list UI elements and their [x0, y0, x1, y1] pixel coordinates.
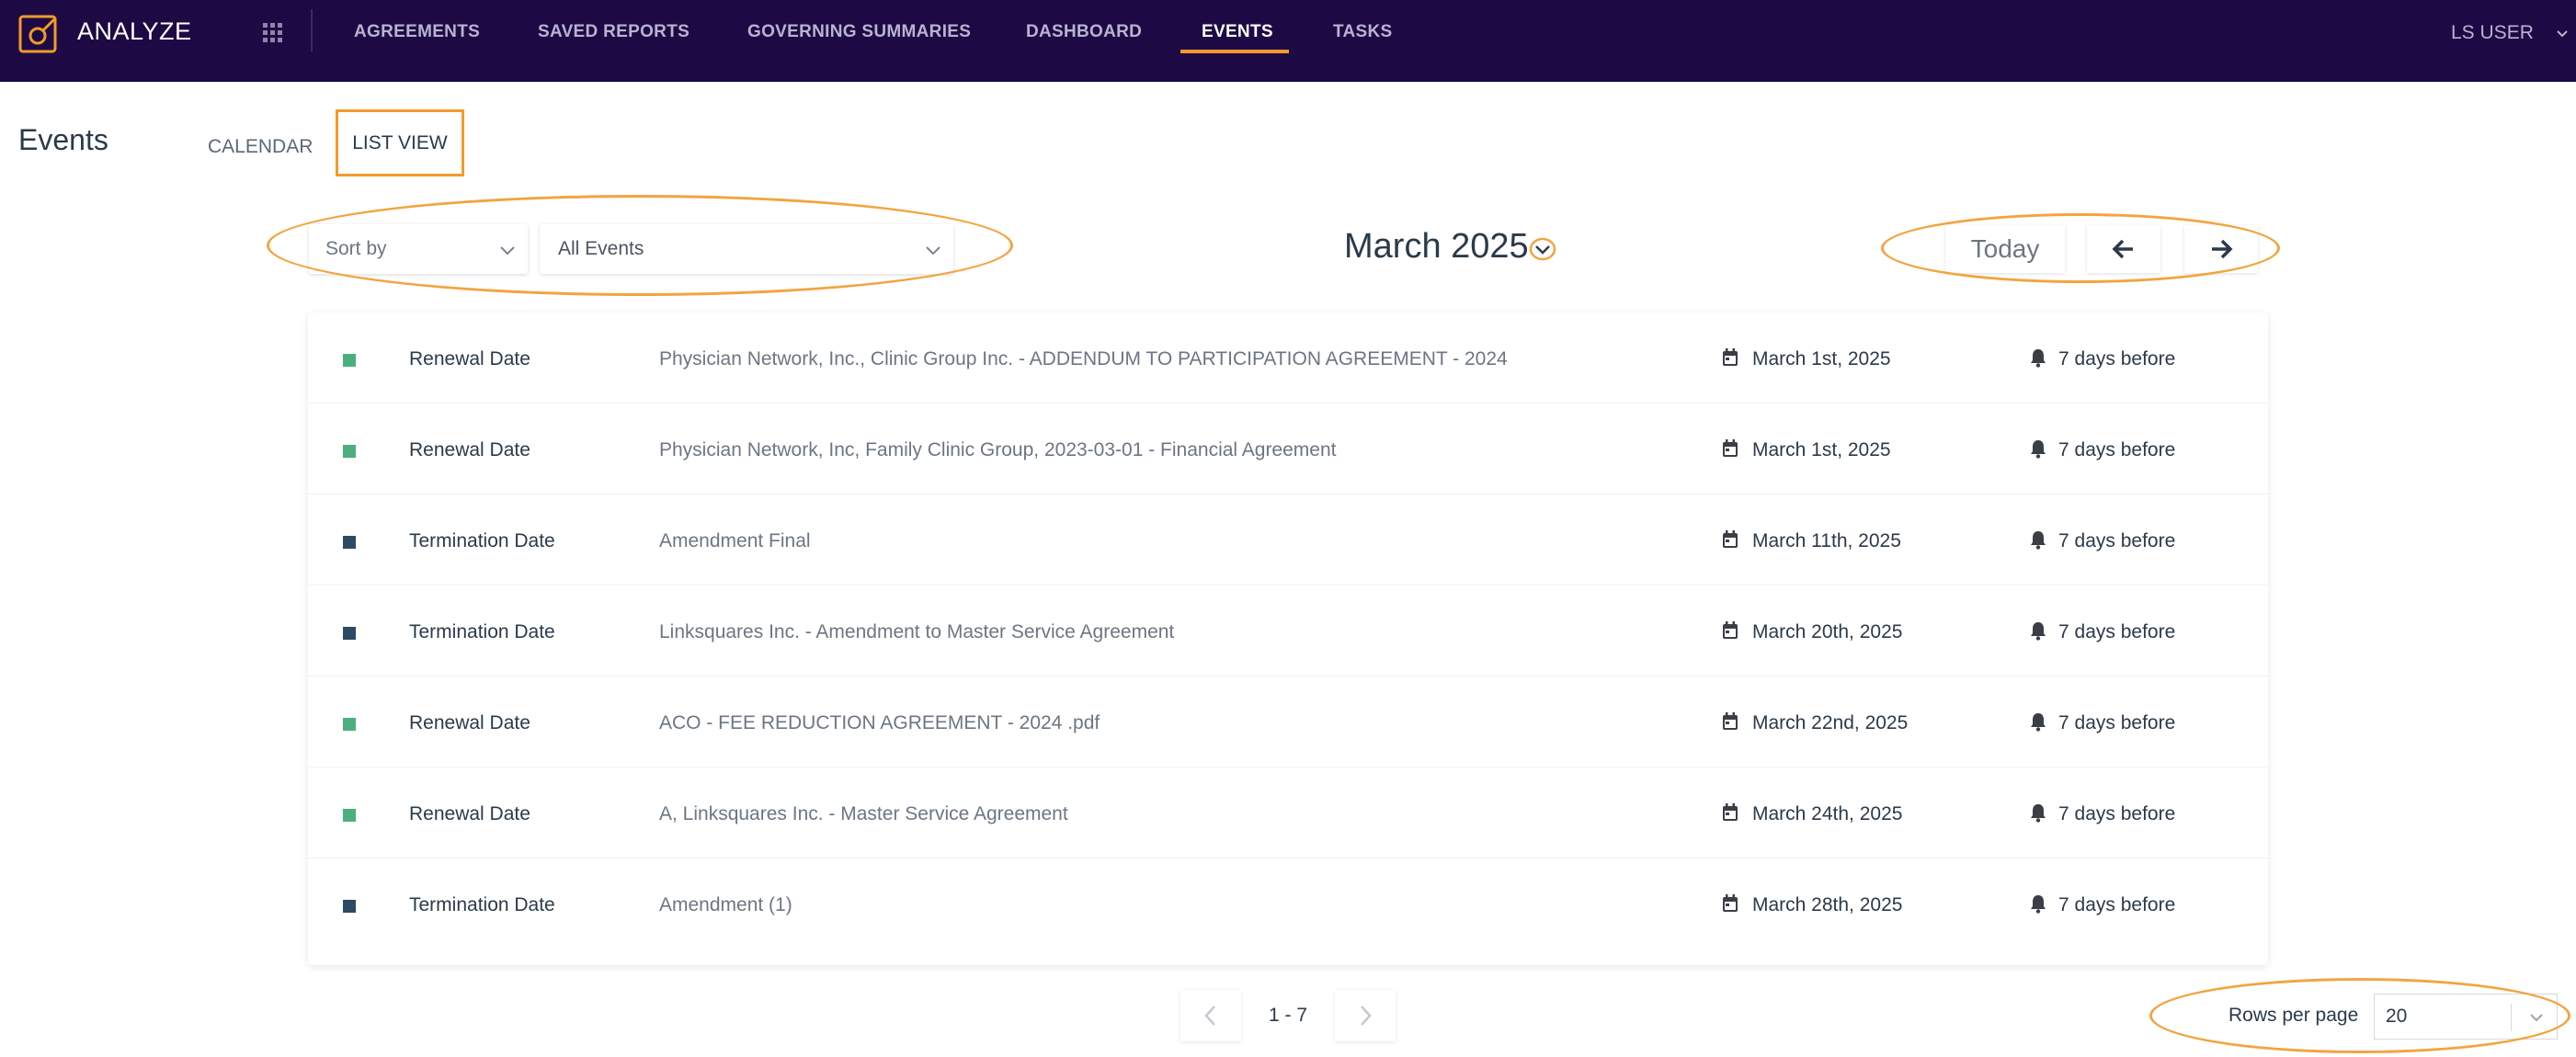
sort-by-select[interactable]: Sort by: [309, 224, 528, 274]
calendar-icon: [1723, 530, 1738, 548]
month-picker-chevron-icon[interactable]: [1529, 237, 1556, 261]
event-reminder: 7 days before: [2058, 439, 2176, 460]
list-item[interactable]: Renewal Date ACO - FEE REDUCTION AGREEME…: [308, 676, 2268, 767]
event-agreement-link[interactable]: Physician Network, Inc., Clinic Group In…: [659, 348, 1508, 370]
event-type: Renewal Date: [409, 348, 530, 369]
list-item[interactable]: Termination Date Amendment (1) March 28t…: [308, 858, 2268, 949]
event-reminder: 7 days before: [2058, 712, 2176, 733]
event-reminder: 7 days before: [2058, 530, 2176, 551]
event-type: Termination Date: [409, 894, 555, 915]
event-type-value: All Events: [558, 238, 644, 259]
event-date: March 11th, 2025: [1752, 530, 1901, 551]
rows-per-page-select[interactable]: 20: [2374, 994, 2558, 1040]
event-color-marker: [343, 536, 356, 549]
event-color-marker: [343, 627, 356, 640]
nav-agreements[interactable]: AGREEMENTS: [354, 22, 480, 42]
select-divider: [2511, 1004, 2512, 1031]
events-list: Renewal Date Physician Network, Inc., Cl…: [308, 313, 2268, 965]
analyze-logo-icon: [18, 15, 57, 53]
nav-dashboard[interactable]: DASHBOARD: [1026, 22, 1142, 42]
top-nav-bar: ANALYZE AGREEMENTS SAVED REPORTS GOVERNI…: [0, 0, 2576, 82]
user-menu[interactable]: LS USER: [2451, 22, 2534, 44]
event-color-marker: [343, 354, 356, 367]
list-item[interactable]: Renewal Date A, Linksquares Inc. - Maste…: [308, 767, 2268, 858]
calendar-icon: [1723, 621, 1738, 639]
event-reminder: 7 days before: [2058, 348, 2176, 369]
bell-icon: [2031, 531, 2046, 550]
bell-icon: [2031, 895, 2046, 914]
page-range: 1 - 7: [1269, 1005, 1308, 1026]
app-grid-icon[interactable]: [261, 21, 283, 43]
event-date: March 20th, 2025: [1752, 621, 1903, 642]
next-page-button[interactable]: [1335, 990, 1396, 1041]
calendar-icon: [1723, 894, 1738, 912]
event-color-marker: [343, 718, 356, 731]
event-reminder: 7 days before: [2058, 621, 2176, 642]
event-type: Renewal Date: [409, 803, 530, 824]
arrow-right-icon: [2212, 239, 2233, 259]
arrow-left-icon: [2112, 239, 2133, 259]
calendar-icon: [1723, 348, 1738, 366]
current-month: March 2025: [1344, 227, 1529, 266]
tab-calendar[interactable]: CALENDAR: [208, 136, 313, 158]
next-month-button[interactable]: [2184, 225, 2258, 273]
active-nav-indicator: [1180, 50, 1289, 53]
rows-per-page-label: Rows per page: [2228, 1005, 2359, 1026]
event-reminder: 7 days before: [2058, 803, 2176, 824]
event-color-marker: [343, 809, 356, 822]
previous-page-button[interactable]: [1180, 990, 1241, 1041]
bell-icon: [2031, 349, 2046, 368]
bell-icon: [2031, 804, 2046, 823]
event-agreement-link[interactable]: Amendment Final: [659, 530, 811, 552]
event-type: Termination Date: [409, 621, 555, 642]
event-date: March 1st, 2025: [1752, 348, 1891, 369]
bell-icon: [2031, 713, 2046, 732]
bell-icon: [2031, 440, 2046, 459]
list-item[interactable]: Renewal Date Physician Network, Inc, Fam…: [308, 403, 2268, 494]
nav-events[interactable]: EVENTS: [1202, 22, 1273, 42]
chevron-right-icon: [1361, 1006, 1372, 1026]
chevron-down-icon: [2530, 1014, 2543, 1022]
tab-list-view[interactable]: LIST VIEW: [336, 109, 464, 176]
event-agreement-link[interactable]: ACO - FEE REDUCTION AGREEMENT - 2024 .pd…: [659, 712, 1100, 734]
list-item[interactable]: Termination Date Linksquares Inc. - Amen…: [308, 585, 2268, 676]
list-item[interactable]: Renewal Date Physician Network, Inc., Cl…: [308, 313, 2268, 403]
event-type-select[interactable]: All Events: [540, 224, 953, 274]
list-item[interactable]: Termination Date Amendment Final March 1…: [308, 494, 2268, 585]
chevron-down-icon[interactable]: [2556, 28, 2569, 40]
calendar-icon: [1723, 803, 1738, 821]
nav-divider: [311, 9, 313, 51]
page-title: Events: [18, 123, 108, 156]
event-date: March 24th, 2025: [1752, 803, 1903, 824]
nav-governing-summaries[interactable]: GOVERNING SUMMARIES: [747, 22, 971, 42]
nav-tasks[interactable]: TASKS: [1333, 22, 1392, 42]
nav-saved-reports[interactable]: SAVED REPORTS: [538, 22, 690, 42]
chevron-left-icon: [1204, 1006, 1215, 1026]
event-type: Renewal Date: [409, 439, 530, 460]
today-label: Today: [1970, 234, 2040, 263]
event-type: Termination Date: [409, 530, 555, 551]
event-date: March 1st, 2025: [1752, 439, 1891, 460]
event-date: March 28th, 2025: [1752, 894, 1903, 915]
today-button[interactable]: Today: [1945, 225, 2065, 273]
bell-icon: [2031, 622, 2046, 641]
event-color-marker: [343, 445, 356, 458]
calendar-icon: [1723, 439, 1738, 457]
app-brand: ANALYZE: [77, 17, 192, 45]
tab-list-view-label: LIST VIEW: [352, 131, 448, 153]
event-color-marker: [343, 900, 356, 913]
chevron-down-icon: [926, 246, 940, 256]
event-agreement-link[interactable]: Amendment (1): [659, 894, 792, 916]
previous-month-button[interactable]: [2087, 225, 2160, 273]
event-reminder: 7 days before: [2058, 894, 2176, 915]
event-agreement-link[interactable]: Linksquares Inc. - Amendment to Master S…: [659, 621, 1174, 643]
calendar-icon: [1723, 712, 1738, 730]
rows-per-page-value: 20: [2386, 1006, 2408, 1027]
event-type: Renewal Date: [409, 712, 530, 733]
event-agreement-link[interactable]: A, Linksquares Inc. - Master Service Agr…: [659, 803, 1068, 825]
sort-by-label: Sort by: [325, 238, 387, 259]
chevron-down-icon: [500, 246, 515, 256]
event-date: March 22nd, 2025: [1752, 712, 1909, 733]
event-agreement-link[interactable]: Physician Network, Inc, Family Clinic Gr…: [659, 439, 1336, 461]
